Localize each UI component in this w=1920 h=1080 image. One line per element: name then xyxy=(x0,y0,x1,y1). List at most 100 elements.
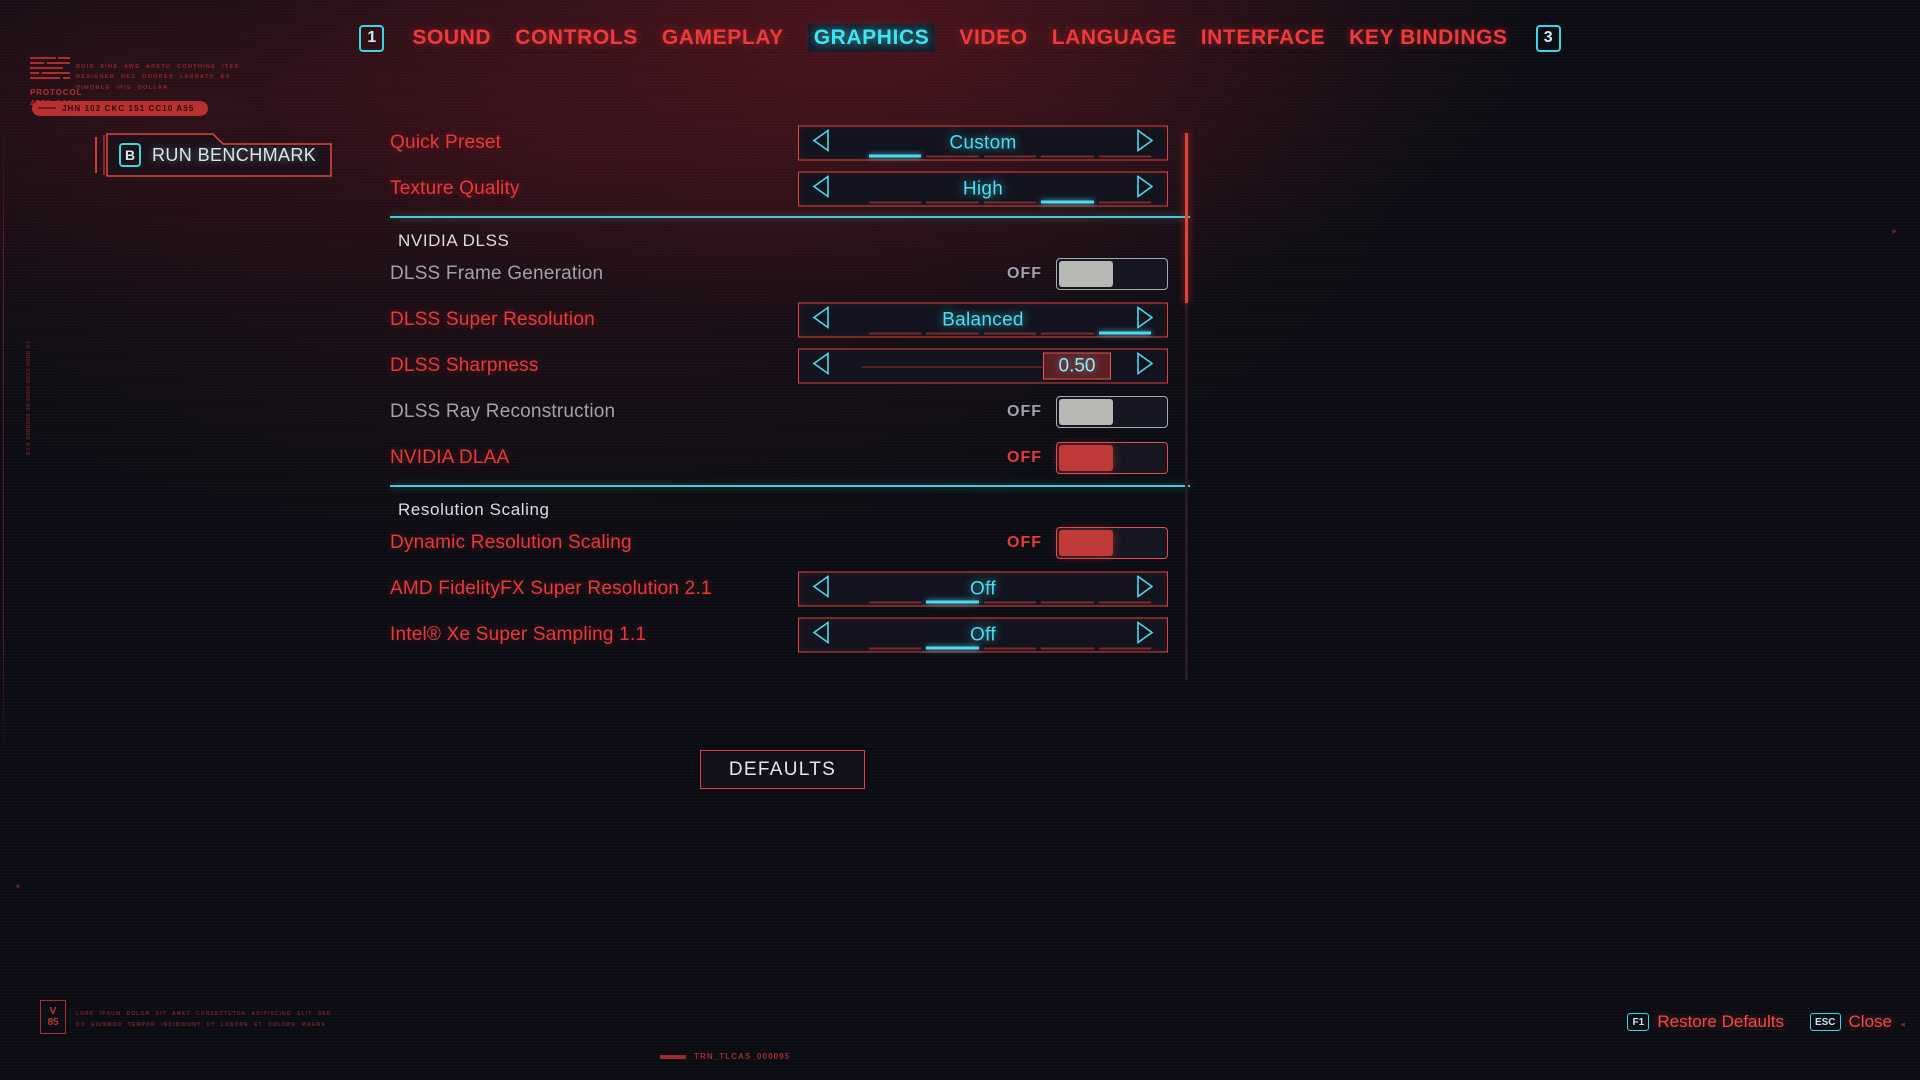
setting-row-dlss-super-resolution[interactable]: DLSS Super Resolution Balanced xyxy=(390,297,1190,343)
decor-bottom-code: LORE IPSUM DOLOR SIT AMET CONSECTETUR AD… xyxy=(76,1011,332,1028)
spinner-intel-xe-super-sampling[interactable]: Off xyxy=(798,617,1168,653)
version-v-letter: V xyxy=(49,1005,57,1017)
spinner-tick xyxy=(983,155,1037,158)
toggle-wrap-dlss-ray-reconstruction[interactable]: OFF xyxy=(1007,396,1168,428)
toggle-dynamic-resolution-scaling[interactable] xyxy=(1056,527,1168,559)
scrollbar-thumb[interactable] xyxy=(1185,133,1188,303)
spinner-amd-fidelityfx-super-resolution[interactable]: Off xyxy=(798,571,1168,607)
spinner-dlss-super-resolution[interactable]: Balanced xyxy=(798,302,1168,338)
protocol-line-1: PROTOCOL xyxy=(30,88,83,97)
spinner-tick xyxy=(926,600,979,604)
setting-control-quick-preset[interactable]: Custom xyxy=(798,125,1168,161)
spinner-ticks xyxy=(869,600,1152,604)
setting-row-dynamic-resolution-scaling[interactable]: Dynamic Resolution Scaling OFF xyxy=(390,520,1190,566)
spinner-tick xyxy=(1041,155,1094,158)
decor-lorem-text: DUIS SINE AWE ARETU CONTHINE ITER DESIGN… xyxy=(76,64,240,91)
nav-tab-key-bindings[interactable]: KEY BINDINGS xyxy=(1349,26,1508,50)
corner-mark-right-bottom: ◀ xyxy=(1900,1022,1906,1028)
spinner-left-arrow-icon[interactable] xyxy=(811,574,831,605)
toggle-wrap-nvidia-dlaa[interactable]: OFF xyxy=(1007,442,1168,474)
corner-mark-right-top: ▶ xyxy=(1892,229,1898,235)
slider-dlss-sharpness[interactable]: 0.50 xyxy=(798,348,1168,384)
spinner-tick xyxy=(1098,201,1152,204)
spinner-tick xyxy=(926,332,979,335)
setting-row-dlss-frame-generation[interactable]: DLSS Frame Generation OFF xyxy=(390,251,1190,297)
toggle-dlss-frame-generation[interactable] xyxy=(1056,258,1168,290)
setting-row-nvidia-dlaa[interactable]: NVIDIA DLAA OFF xyxy=(390,435,1190,481)
slider-left-arrow-icon[interactable] xyxy=(811,351,831,382)
setting-row-quick-preset[interactable]: Quick Preset Custom xyxy=(390,120,1190,166)
spinner-tick xyxy=(869,201,922,204)
spinner-value-dlss-super-resolution: Balanced xyxy=(942,309,1024,330)
setting-label-intel-xe-super-sampling: Intel® Xe Super Sampling 1.1 xyxy=(390,624,647,645)
setting-control-texture-quality[interactable]: High xyxy=(798,171,1168,207)
spinner-tick xyxy=(869,154,922,158)
setting-control-amd-fidelityfx-super-resolution[interactable]: Off xyxy=(798,571,1168,607)
spinner-texture-quality[interactable]: High xyxy=(798,171,1168,207)
nav-prev-page-badge[interactable]: 1 xyxy=(359,24,385,52)
setting-row-texture-quality[interactable]: Texture Quality High xyxy=(390,166,1190,212)
setting-label-amd-fidelityfx-super-resolution: AMD FidelityFX Super Resolution 2.1 xyxy=(390,578,712,599)
section-nvidia-dlss: NVIDIA DLSS xyxy=(390,216,1190,251)
spinner-tick xyxy=(983,647,1037,650)
spinner-value-texture-quality: High xyxy=(962,178,1004,199)
spinner-tick xyxy=(869,601,922,604)
toggle-state-label-nvidia-dlaa: OFF xyxy=(1007,449,1042,466)
spinner-tick xyxy=(1041,647,1094,650)
spinner-tick xyxy=(926,201,979,204)
glitch-barcode-icon xyxy=(30,57,70,85)
setting-row-intel-xe-super-sampling[interactable]: Intel® Xe Super Sampling 1.1 Off xyxy=(390,612,1190,658)
setting-control-intel-xe-super-sampling[interactable]: Off xyxy=(798,617,1168,653)
setting-row-dlss-ray-reconstruction[interactable]: DLSS Ray Reconstruction OFF xyxy=(390,389,1190,435)
setting-control-dlss-sharpness[interactable]: 0.50 xyxy=(798,348,1168,384)
setting-control-nvidia-dlaa[interactable]: OFF xyxy=(1007,442,1168,474)
section-title: Resolution Scaling xyxy=(398,500,550,519)
spinner-tick xyxy=(1098,601,1152,604)
setting-row-amd-fidelityfx-super-resolution[interactable]: AMD FidelityFX Super Resolution 2.1 Off xyxy=(390,566,1190,612)
nav-item-list: SOUND CONTROLS GAMEPLAY GRAPHICS VIDEO LANGUA… xyxy=(412,24,1507,52)
toggle-dlss-ray-reconstruction[interactable] xyxy=(1056,396,1168,428)
spinner-left-arrow-icon[interactable] xyxy=(811,174,831,205)
spinner-value-amd-fidelityfx-super-resolution: Off xyxy=(970,578,996,599)
nav-tab-interface[interactable]: INTERFACE xyxy=(1201,26,1325,50)
footer-hint-restore-defaults[interactable]: F1 Restore Defaults xyxy=(1627,1012,1784,1032)
setting-control-dlss-super-resolution[interactable]: Balanced xyxy=(798,302,1168,338)
setting-label-quick-preset: Quick Preset xyxy=(390,132,502,153)
toggle-knob xyxy=(1059,445,1113,471)
serial-text: TRN_TLCAS_000095 xyxy=(694,1052,791,1061)
graphics-settings-list[interactable]: Quick Preset Custom Texture Quality High NVI… xyxy=(390,120,1190,690)
decor-tag-pill: JHN 102 CKC 151 CC10 A55 xyxy=(32,101,209,116)
toggle-wrap-dynamic-resolution-scaling[interactable]: OFF xyxy=(1007,527,1168,559)
footer-hint-keycap[interactable]: ESC xyxy=(1809,1013,1841,1031)
nav-tab-controls[interactable]: CONTROLS xyxy=(515,26,638,50)
decor-serial: TRN_TLCAS_000095 xyxy=(660,1052,790,1061)
nav-tab-gameplay[interactable]: GAMEPLAY xyxy=(662,26,784,50)
setting-control-dlss-ray-reconstruction[interactable]: OFF xyxy=(1007,396,1168,428)
toggle-knob xyxy=(1059,399,1113,425)
toggle-wrap-dlss-frame-generation[interactable]: OFF xyxy=(1007,258,1168,290)
setting-control-dlss-frame-generation[interactable]: OFF xyxy=(1007,258,1168,290)
toggle-state-label-dlss-frame-generation: OFF xyxy=(1007,265,1042,282)
spinner-ticks xyxy=(869,200,1152,204)
nav-next-page-badge[interactable]: 3 xyxy=(1535,24,1561,52)
spinner-left-arrow-icon[interactable] xyxy=(811,128,831,159)
setting-row-dlss-sharpness[interactable]: DLSS Sharpness 0.50 xyxy=(390,343,1190,389)
defaults-button[interactable]: DEFAULTS xyxy=(700,750,865,789)
spinner-left-arrow-icon[interactable] xyxy=(811,305,831,336)
footer-hint-keycap[interactable]: F1 xyxy=(1627,1013,1650,1031)
spinner-left-arrow-icon[interactable] xyxy=(811,620,831,651)
setting-control-dynamic-resolution-scaling[interactable]: OFF xyxy=(1007,527,1168,559)
decor-vertical-line xyxy=(3,120,4,760)
footer-hint-close[interactable]: ESC Close xyxy=(1809,1012,1892,1032)
nav-tab-language[interactable]: LANGUAGE xyxy=(1052,26,1177,50)
settings-scrollbar[interactable] xyxy=(1185,133,1188,680)
settings-tab-bar: 1 SOUND CONTROLS GAMEPLAY GRAPHICS VIDEO LANG… xyxy=(0,24,1920,52)
toggle-nvidia-dlaa[interactable] xyxy=(1056,442,1168,474)
spinner-quick-preset[interactable]: Custom xyxy=(798,125,1168,161)
nav-tab-sound[interactable]: SOUND xyxy=(412,26,491,50)
slider-right-arrow-icon[interactable] xyxy=(1135,351,1155,382)
toggle-state-label-dynamic-resolution-scaling: OFF xyxy=(1007,534,1042,551)
nav-tab-video[interactable]: VIDEO xyxy=(959,26,1027,50)
nav-tab-graphics[interactable]: GRAPHICS xyxy=(807,24,936,52)
spinner-tick xyxy=(1041,332,1094,335)
